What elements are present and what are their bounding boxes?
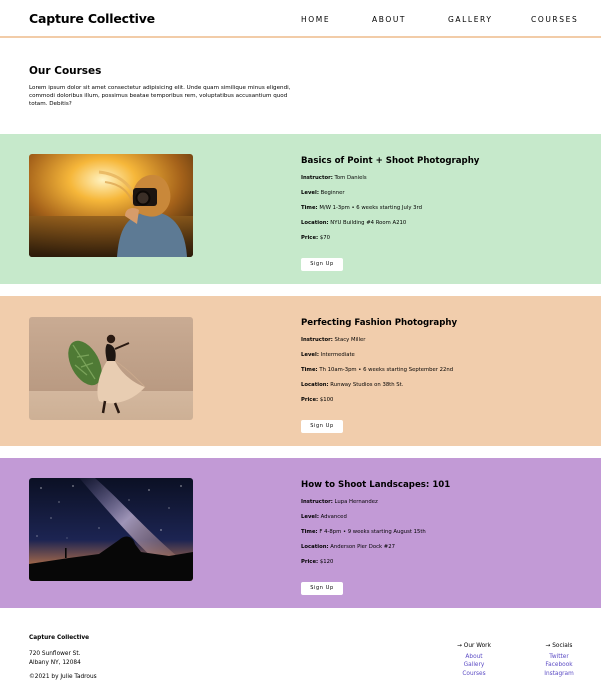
course-title: Perfecting Fashion Photography	[301, 318, 458, 328]
footer-brand: Capture Collective	[29, 635, 90, 641]
nav-gallery[interactable]: GALLERY	[448, 15, 493, 24]
course-info-2: Perfecting Fashion Photography Instructo…	[301, 318, 457, 433]
course-time: Time: F 4-8pm • 9 weeks starting August …	[301, 529, 426, 535]
page-title: Our Courses	[29, 65, 102, 77]
footer-link-gallery[interactable]: Gallery	[454, 661, 494, 669]
footer-link-courses[interactable]: Courses	[454, 670, 494, 678]
nav-home[interactable]: HOME	[301, 15, 330, 24]
course-time: Time: Th 10am-3pm • 6 weeks starting Sep…	[301, 367, 454, 373]
footer-address: 720 Sunflower St. Albany NY, 12084	[29, 651, 81, 666]
course-photo-landscape	[29, 478, 193, 581]
footer-link-about[interactable]: About	[454, 653, 494, 661]
course-instructor: Instructor: Tom Daniels	[301, 175, 367, 181]
footer-our-work-heading: → Our Work	[457, 643, 491, 649]
course-time: Time: M/W 1-3pm • 6 weeks starting July …	[301, 205, 422, 211]
site-header: Capture Collective HOME ABOUT GALLERY CO…	[0, 0, 601, 38]
site-logo[interactable]: Capture Collective	[29, 11, 155, 26]
nav-about[interactable]: ABOUT	[372, 15, 406, 24]
course-level: Level: Intermediate	[301, 352, 355, 358]
footer-link-facebook[interactable]: Facebook	[539, 661, 579, 669]
course-card-3: How to Shoot Landscapes: 101 Instructor:…	[0, 458, 601, 608]
sign-up-button[interactable]: Sign Up	[301, 258, 343, 271]
course-level: Level: Beginner	[301, 190, 345, 196]
course-info-1: Basics of Point + Shoot Photography Inst…	[301, 156, 479, 271]
course-photo-fashion	[29, 317, 193, 420]
course-card-2: Perfecting Fashion Photography Instructo…	[0, 296, 601, 446]
course-photo-point-shoot	[29, 154, 193, 257]
footer-link-instagram[interactable]: Instagram	[539, 670, 579, 678]
course-instructor: Instructor: Stacy Miller	[301, 337, 366, 343]
course-instructor: Instructor: Lupa Hernandez	[301, 499, 378, 505]
course-title: How to Shoot Landscapes: 101	[301, 480, 451, 490]
course-price: Price: $120	[301, 559, 334, 565]
sign-up-button[interactable]: Sign Up	[301, 420, 343, 433]
course-card-1: Basics of Point + Shoot Photography Inst…	[0, 134, 601, 284]
sign-up-button[interactable]: Sign Up	[301, 582, 343, 595]
footer-link-twitter[interactable]: Twitter	[539, 653, 579, 661]
course-title: Basics of Point + Shoot Photography	[301, 156, 480, 166]
intro-paragraph: Lorem ipsum dolor sit amet consectetur a…	[29, 85, 291, 108]
course-location: Location: Anderson Pier Dock #27	[301, 544, 395, 550]
course-level: Level: Advanced	[301, 514, 347, 520]
course-location: Location: Runway Studios on 38th St.	[301, 382, 404, 388]
footer-socials-heading: → Socials	[545, 643, 573, 649]
footer-copyright: ©2021 by Julie Tadrous	[29, 674, 97, 680]
course-price: Price: $100	[301, 397, 334, 403]
footer-socials: → Socials Twitter Facebook Instagram	[539, 642, 579, 678]
course-info-3: How to Shoot Landscapes: 101 Instructor:…	[301, 480, 450, 595]
course-location: Location: NYU Building #4 Room A210	[301, 220, 407, 226]
footer-our-work: → Our Work About Gallery Courses	[454, 642, 494, 678]
nav-courses[interactable]: COURSES	[531, 15, 578, 24]
course-price: Price: $70	[301, 235, 330, 241]
